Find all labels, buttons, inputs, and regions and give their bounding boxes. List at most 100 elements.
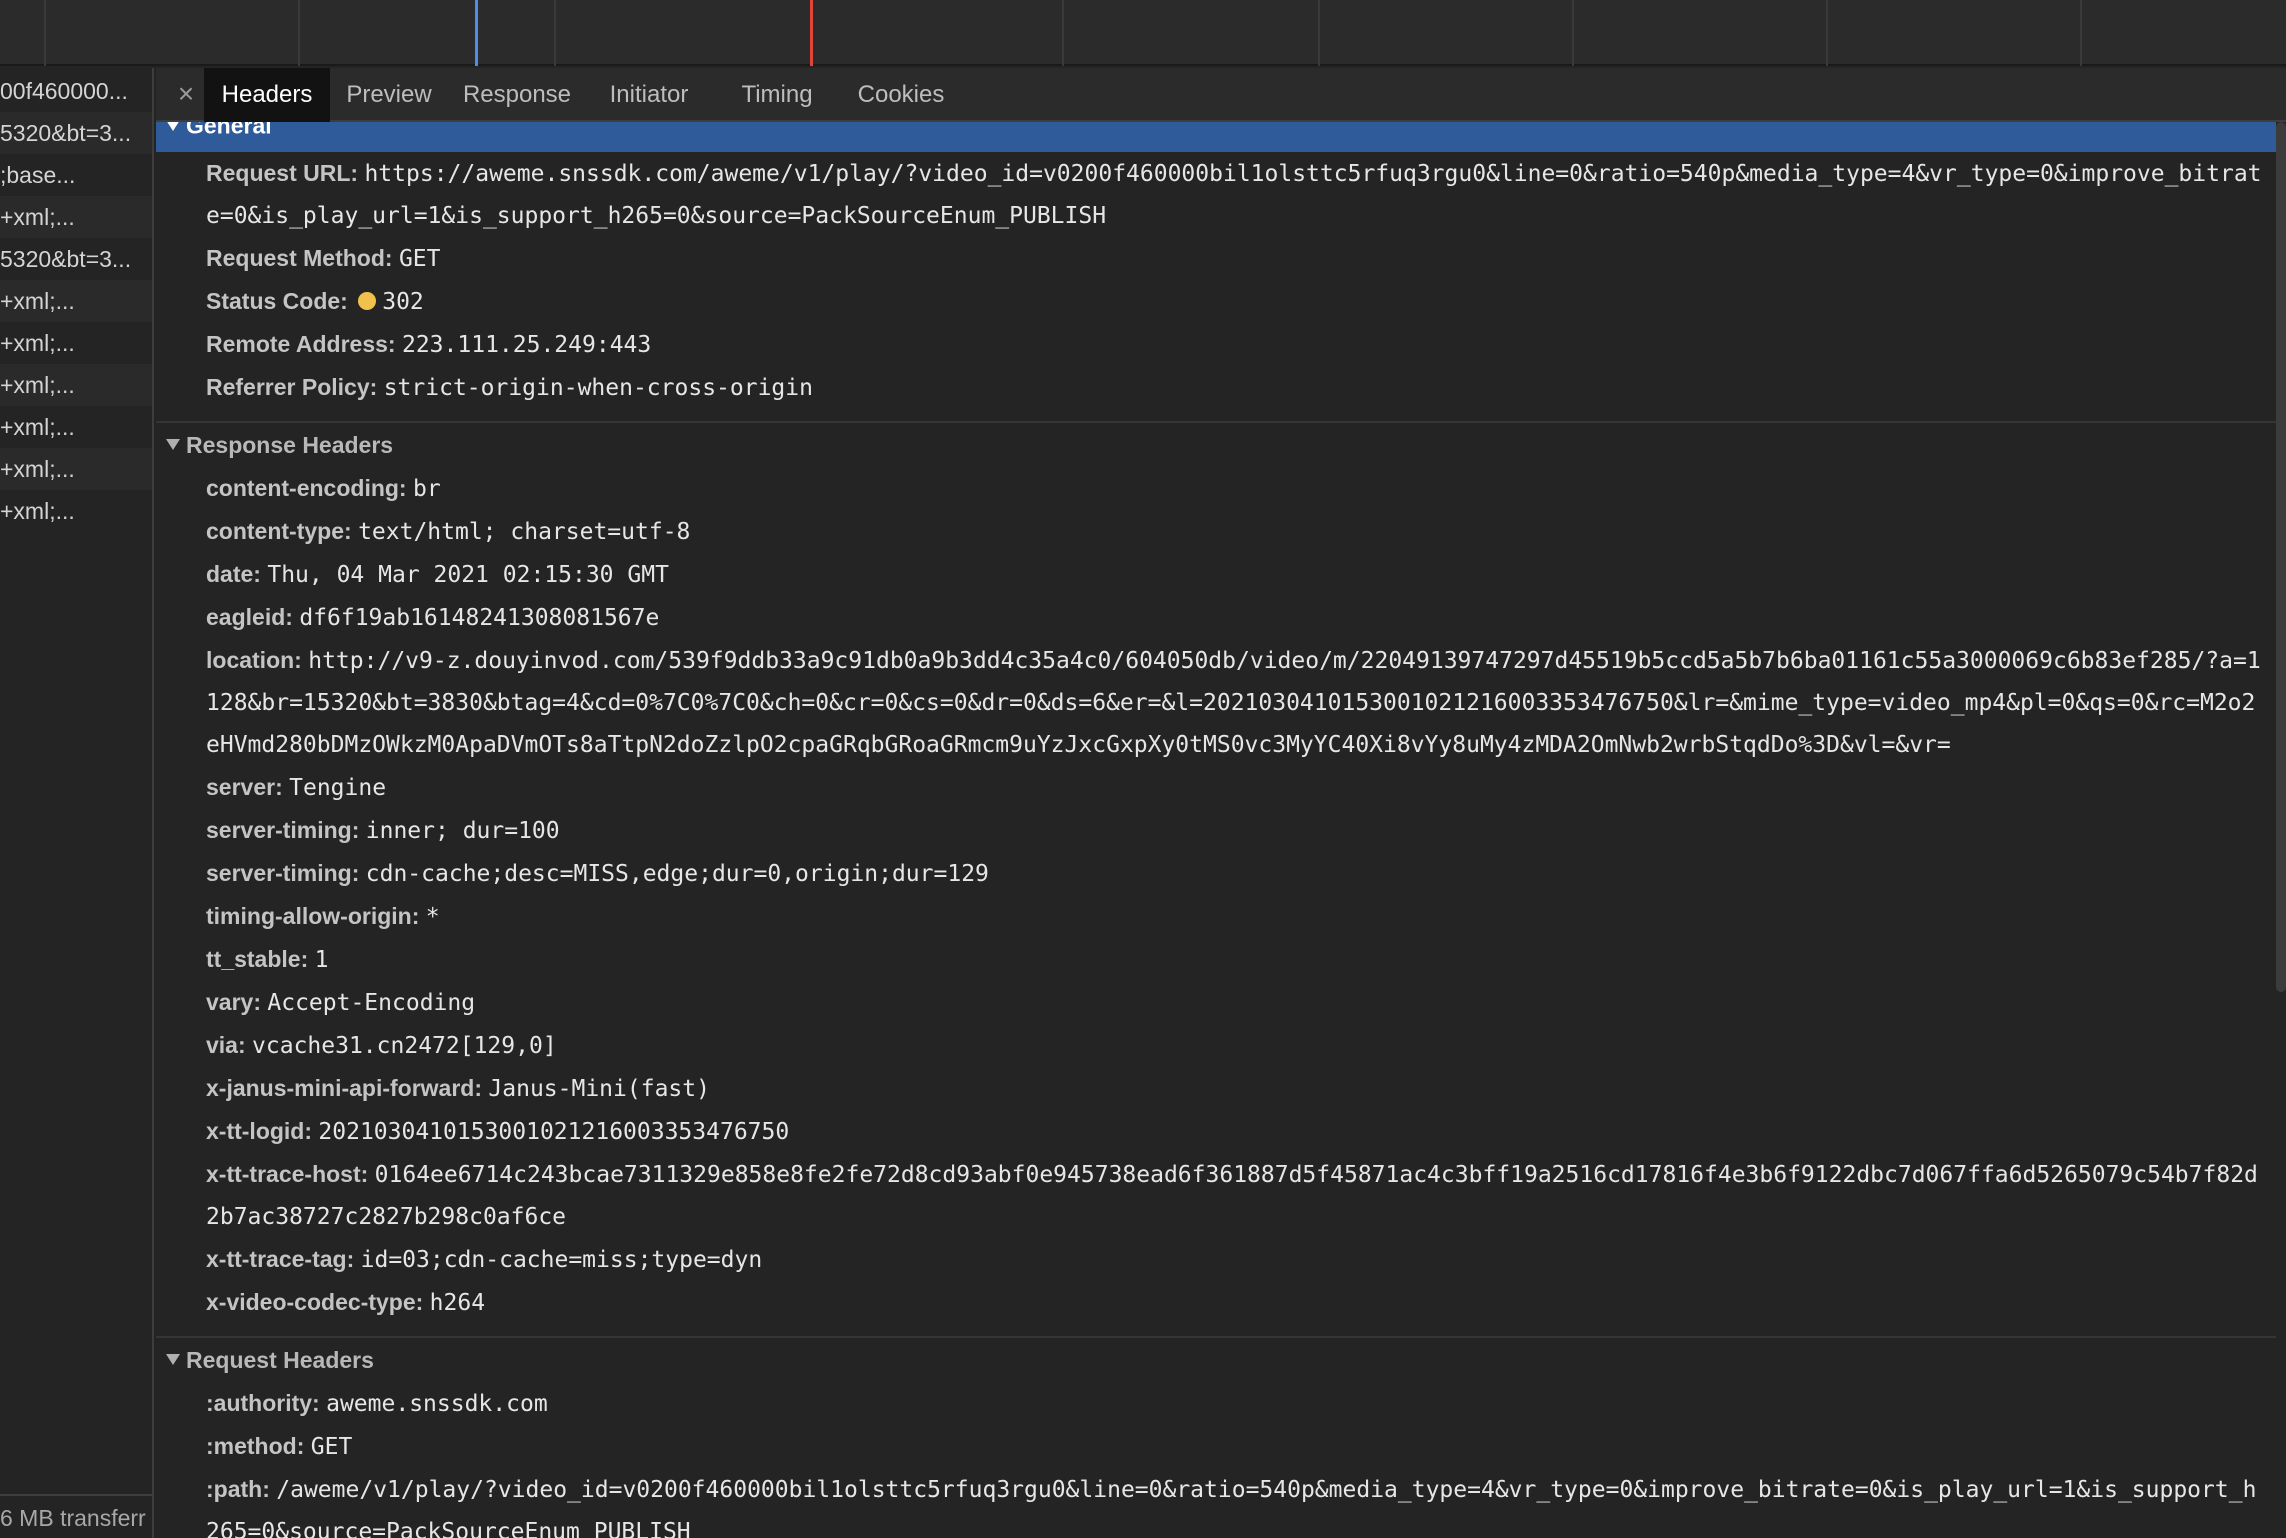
request-list-item[interactable]: +xml;... [0, 490, 152, 532]
dom-content-loaded-marker [475, 0, 478, 66]
section-title: Request Headers [186, 1347, 374, 1373]
section-general-header[interactable]: General [156, 122, 2276, 152]
header-value: strict-origin-when-cross-origin [383, 375, 813, 401]
tab-preview[interactable]: Preview [338, 68, 440, 122]
header-value: br [412, 476, 441, 502]
header-row: Remote Address: 223.111.25.249:443 [206, 324, 2266, 366]
header-key: server: [206, 774, 283, 800]
header-value: 0164ee6714c243bcae7311329e858e8fe2fe72d8… [206, 1162, 2258, 1230]
header-value: /aweme/v1/play/?video_id=v0200f460000bil… [206, 1477, 2257, 1538]
request-list[interactable]: 00f460000... 5320&bt=3... ;base... +xml;...… [0, 68, 154, 1538]
request-list-item[interactable]: +xml;... [0, 364, 152, 406]
status-dot-icon [358, 291, 377, 310]
network-timeline-overview[interactable] [0, 0, 2286, 66]
section-title: Response Headers [186, 432, 394, 458]
scrollbar-thumb[interactable] [2276, 122, 2286, 992]
request-list-item[interactable]: 5320&bt=3... [0, 238, 152, 280]
request-list-item[interactable]: +xml;... [0, 448, 152, 490]
headers-content: General Request URL: https://aweme.snssd… [156, 122, 2276, 1538]
header-row: x-tt-logid: 2021030410153001021216003353… [206, 1111, 2266, 1153]
section-request-headers-header[interactable]: Request Headers [156, 1338, 2276, 1382]
header-row: via: vcache31.cn2472[129,0] [206, 1025, 2266, 1067]
header-value: GET [310, 1434, 353, 1460]
header-key: date: [206, 561, 261, 587]
header-key: x-video-codec-type: [206, 1289, 424, 1315]
header-value: id=03;cdn-cache=miss;type=dyn [360, 1247, 763, 1273]
header-key: tt_stable: [206, 946, 309, 972]
detail-tab-bar: × Headers Preview Response Initiator Tim… [156, 68, 2286, 122]
request-list-item[interactable]: +xml;... [0, 280, 152, 322]
header-value: df6f19ab16148241308081567e [299, 605, 660, 631]
header-value: https://aweme.snssdk.com/aweme/v1/play/?… [206, 161, 2262, 229]
header-row: Request URL: https://aweme.snssdk.com/aw… [206, 153, 2266, 237]
header-row: content-encoding: br [206, 468, 2266, 510]
timeline-gridline [1572, 0, 1574, 66]
header-row: x-video-codec-type: h264 [206, 1282, 2266, 1324]
header-key: via: [206, 1032, 246, 1058]
tab-response[interactable]: Response [454, 68, 580, 122]
section-response-headers-header[interactable]: Response Headers [156, 423, 2276, 467]
section-title: General [186, 122, 272, 139]
header-row: :authority: aweme.snssdk.com [206, 1383, 2266, 1425]
header-key: x-tt-logid: [206, 1118, 313, 1144]
header-value: 1 [314, 947, 329, 973]
header-row: content-type: text/html; charset=utf-8 [206, 511, 2266, 553]
header-value: vcache31.cn2472[129,0] [252, 1033, 557, 1059]
header-row: :path: /aweme/v1/play/?video_id=v0200f46… [206, 1469, 2266, 1538]
header-value: http://v9-z.douyinvod.com/539f9ddb33a9c9… [206, 648, 2261, 758]
header-value: inner; dur=100 [365, 818, 560, 844]
header-row: server: Tengine [206, 767, 2266, 809]
header-row: x-tt-trace-tag: id=03;cdn-cache=miss;typ… [206, 1239, 2266, 1281]
header-row: tt_stable: 1 [206, 939, 2266, 981]
header-value: 302 [382, 289, 424, 315]
header-value: Tengine [289, 775, 387, 801]
request-list-item[interactable]: +xml;... [0, 196, 152, 238]
header-row: server-timing: cdn-cache;desc=MISS,edge;… [206, 853, 2266, 895]
request-list-item[interactable]: 5320&bt=3... [0, 112, 152, 154]
header-key: eagleid: [206, 604, 293, 630]
transfer-summary: 6 MB transferr [0, 1494, 152, 1538]
header-key: Request Method: [206, 245, 393, 271]
header-row: eagleid: df6f19ab16148241308081567e [206, 597, 2266, 639]
tab-initiator[interactable]: Initiator [594, 68, 704, 122]
close-icon[interactable]: × [170, 78, 202, 110]
header-key: server-timing: [206, 817, 360, 843]
request-list-item[interactable]: +xml;... [0, 322, 152, 364]
header-key: vary: [206, 989, 261, 1015]
request-detail-panel: × Headers Preview Response Initiator Tim… [156, 68, 2286, 1538]
collapse-triangle-icon [166, 122, 180, 131]
header-key: :path: [206, 1476, 270, 1502]
timeline-gridline [554, 0, 556, 66]
response-header-rows: content-encoding: br content-type: text/h… [156, 468, 2276, 1324]
collapse-triangle-icon [166, 1354, 180, 1366]
tab-cookies[interactable]: Cookies [846, 68, 956, 122]
tab-headers[interactable]: Headers [204, 68, 330, 122]
timeline-gridline [2080, 0, 2082, 66]
general-rows: Request URL: https://aweme.snssdk.com/aw… [156, 153, 2276, 409]
header-row: x-janus-mini-api-forward: Janus-Mini(fas… [206, 1068, 2266, 1110]
timeline-gridline [298, 0, 300, 66]
header-key: Status Code: [206, 288, 348, 314]
header-value: text/html; charset=utf-8 [358, 519, 691, 545]
header-row: timing-allow-origin: * [206, 896, 2266, 938]
header-key: :authority: [206, 1390, 320, 1416]
request-header-rows: :authority: aweme.snssdk.com :method: GET… [156, 1383, 2276, 1538]
header-row: server-timing: inner; dur=100 [206, 810, 2266, 852]
header-value: Accept-Encoding [267, 990, 476, 1016]
timeline-gridline [1062, 0, 1064, 66]
request-list-item[interactable]: ;base... [0, 154, 152, 196]
header-row: Status Code: 302 [206, 281, 2266, 323]
header-key: content-type: [206, 518, 352, 544]
request-list-item[interactable]: +xml;... [0, 406, 152, 448]
request-list-item[interactable]: 00f460000... [0, 70, 152, 112]
header-value: aweme.snssdk.com [326, 1391, 548, 1417]
header-value: Janus-Mini(fast) [488, 1076, 710, 1102]
header-key: timing-allow-origin: [206, 903, 420, 929]
header-value: Thu, 04 Mar 2021 02:15:30 GMT [267, 562, 669, 588]
tab-timing[interactable]: Timing [732, 68, 822, 122]
header-row: Referrer Policy: strict-origin-when-cros… [206, 367, 2266, 409]
header-key: location: [206, 647, 302, 673]
timeline-gridline [44, 0, 46, 66]
header-key: :method: [206, 1433, 305, 1459]
header-row: x-tt-trace-host: 0164ee6714c243bcae73113… [206, 1154, 2266, 1238]
